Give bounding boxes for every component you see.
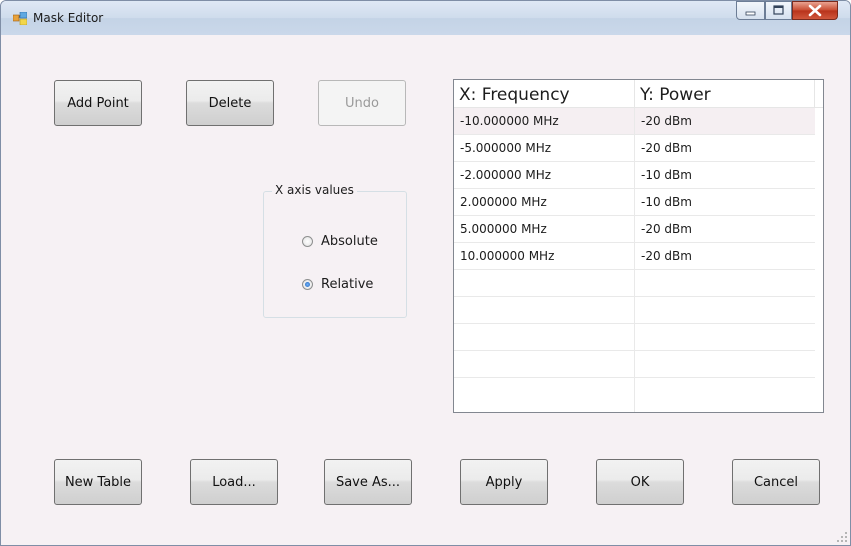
mask-points-table[interactable]: X: Frequency Y: Power -10.000000 MHz -20… <box>453 79 824 413</box>
mask-editor-window: Mask Editor Add Point Delete Undo X axis… <box>0 0 851 546</box>
power-cell[interactable] <box>635 297 815 323</box>
undo-button: Undo <box>318 80 406 126</box>
table-row[interactable]: -5.000000 MHz -20 dBm <box>454 135 815 162</box>
window-title: Mask Editor <box>33 11 104 25</box>
table-row[interactable]: 5.000000 MHz -20 dBm <box>454 216 815 243</box>
power-cell[interactable]: -20 dBm <box>635 216 815 242</box>
absolute-radio-option[interactable]: Absolute <box>302 234 378 249</box>
power-cell[interactable]: -20 dBm <box>635 108 815 134</box>
cancel-button[interactable]: Cancel <box>732 459 820 505</box>
frequency-cell[interactable] <box>454 378 635 412</box>
power-cell[interactable] <box>635 351 815 377</box>
table-row[interactable]: -10.000000 MHz -20 dBm <box>454 108 815 135</box>
frequency-cell[interactable]: -2.000000 MHz <box>454 162 635 188</box>
column-header-power[interactable]: Y: Power <box>635 80 815 107</box>
window-app-icon <box>13 12 27 25</box>
table-row[interactable]: 2.000000 MHz -10 dBm <box>454 189 815 216</box>
frequency-cell[interactable]: 5.000000 MHz <box>454 216 635 242</box>
table-row[interactable] <box>454 297 815 324</box>
column-header-frequency[interactable]: X: Frequency <box>454 80 635 107</box>
table-row[interactable] <box>454 351 815 378</box>
frequency-cell[interactable] <box>454 324 635 350</box>
table-header: X: Frequency Y: Power <box>454 80 823 108</box>
table-row[interactable] <box>454 270 815 297</box>
delete-button[interactable]: Delete <box>186 80 274 126</box>
close-button[interactable] <box>792 1 838 20</box>
table-row[interactable]: -2.000000 MHz -10 dBm <box>454 162 815 189</box>
power-cell[interactable] <box>635 378 815 412</box>
resize-grip-icon[interactable] <box>837 532 847 542</box>
add-point-button[interactable]: Add Point <box>54 80 142 126</box>
x-axis-values-group: X axis values Absolute Relative <box>263 183 407 318</box>
maximize-button[interactable] <box>765 1 792 20</box>
absolute-radio[interactable] <box>302 236 313 247</box>
close-icon <box>808 4 822 17</box>
relative-radio-label: Relative <box>321 277 374 292</box>
frequency-cell[interactable]: 2.000000 MHz <box>454 189 635 215</box>
minimize-button[interactable] <box>736 1 765 20</box>
table-row[interactable]: 10.000000 MHz -20 dBm <box>454 243 815 270</box>
power-cell[interactable] <box>635 324 815 350</box>
frequency-cell[interactable]: -5.000000 MHz <box>454 135 635 161</box>
load-button[interactable]: Load... <box>190 459 278 505</box>
power-cell[interactable]: -20 dBm <box>635 135 815 161</box>
minimize-icon <box>745 11 756 16</box>
absolute-radio-label: Absolute <box>321 234 378 249</box>
new-table-button[interactable]: New Table <box>54 459 142 505</box>
save-as-button[interactable]: Save As... <box>324 459 412 505</box>
title-bar[interactable]: Mask Editor <box>1 1 850 35</box>
frequency-cell[interactable]: -10.000000 MHz <box>454 108 635 134</box>
maximize-icon <box>773 5 784 15</box>
x-axis-values-legend: X axis values <box>272 183 357 197</box>
relative-radio-option[interactable]: Relative <box>302 277 373 292</box>
relative-radio[interactable] <box>302 279 313 290</box>
power-cell[interactable] <box>635 270 815 296</box>
frequency-cell[interactable] <box>454 297 635 323</box>
power-cell[interactable]: -20 dBm <box>635 243 815 269</box>
table-row[interactable] <box>454 324 815 351</box>
power-cell[interactable]: -10 dBm <box>635 162 815 188</box>
table-row[interactable] <box>454 378 815 412</box>
frequency-cell[interactable]: 10.000000 MHz <box>454 243 635 269</box>
power-cell[interactable]: -10 dBm <box>635 189 815 215</box>
ok-button[interactable]: OK <box>596 459 684 505</box>
apply-button[interactable]: Apply <box>460 459 548 505</box>
frequency-cell[interactable] <box>454 351 635 377</box>
frequency-cell[interactable] <box>454 270 635 296</box>
